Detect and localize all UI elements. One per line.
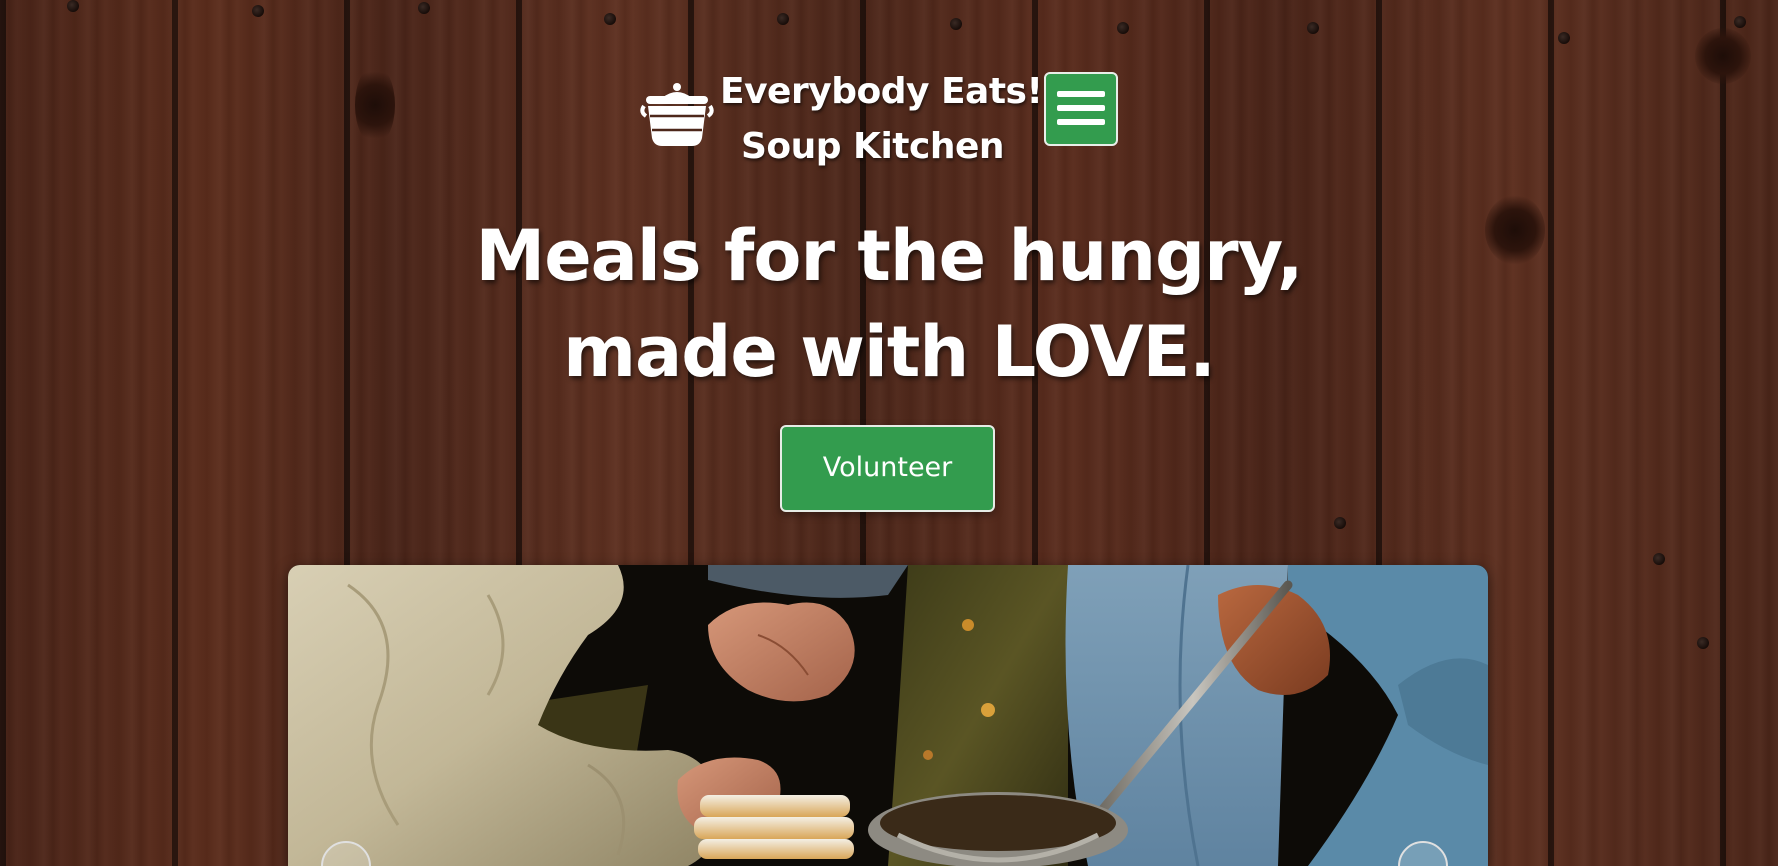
- hero-title: Meals for the hungry, made with LOVE.: [0, 208, 1778, 400]
- wood-nail-decoration: [1307, 22, 1319, 34]
- wood-nail-decoration: [1697, 637, 1709, 649]
- wood-nail-decoration: [1653, 553, 1665, 565]
- wood-nail-decoration: [777, 13, 789, 25]
- wood-nail-decoration: [950, 18, 962, 30]
- brand-line-1: Everybody Eats!: [720, 71, 1043, 112]
- hamburger-menu-icon: [1057, 119, 1105, 125]
- page: { "brand": { "line1": "Everybody Eats!",…: [0, 0, 1778, 866]
- hero-title-line-1: Meals for the hungry,: [475, 215, 1304, 297]
- wood-nail-decoration: [1558, 32, 1570, 44]
- wood-nail-decoration: [67, 0, 79, 12]
- site-header: Everybody Eats! Soup Kitchen: [0, 62, 1778, 172]
- volunteer-button[interactable]: Volunteer: [780, 425, 995, 512]
- hamburger-menu-icon: [1057, 91, 1105, 97]
- wood-nail-decoration: [604, 13, 616, 25]
- site-brand[interactable]: Everybody Eats! Soup Kitchen: [720, 64, 1043, 174]
- wood-nail-decoration: [1334, 517, 1346, 529]
- soup-pot-icon[interactable]: [640, 76, 714, 150]
- hamburger-menu-icon: [1057, 105, 1105, 111]
- hands-serving-bread-and-soup-photo: [288, 565, 1488, 866]
- wood-nail-decoration: [252, 5, 264, 17]
- brand-line-2: Soup Kitchen: [740, 126, 1005, 167]
- hero-title-line-2: made with LOVE.: [563, 311, 1216, 393]
- wood-nail-decoration: [418, 2, 430, 14]
- wood-nail-decoration: [1734, 16, 1746, 28]
- hamburger-menu-button[interactable]: [1044, 72, 1118, 146]
- wood-nail-decoration: [1117, 22, 1129, 34]
